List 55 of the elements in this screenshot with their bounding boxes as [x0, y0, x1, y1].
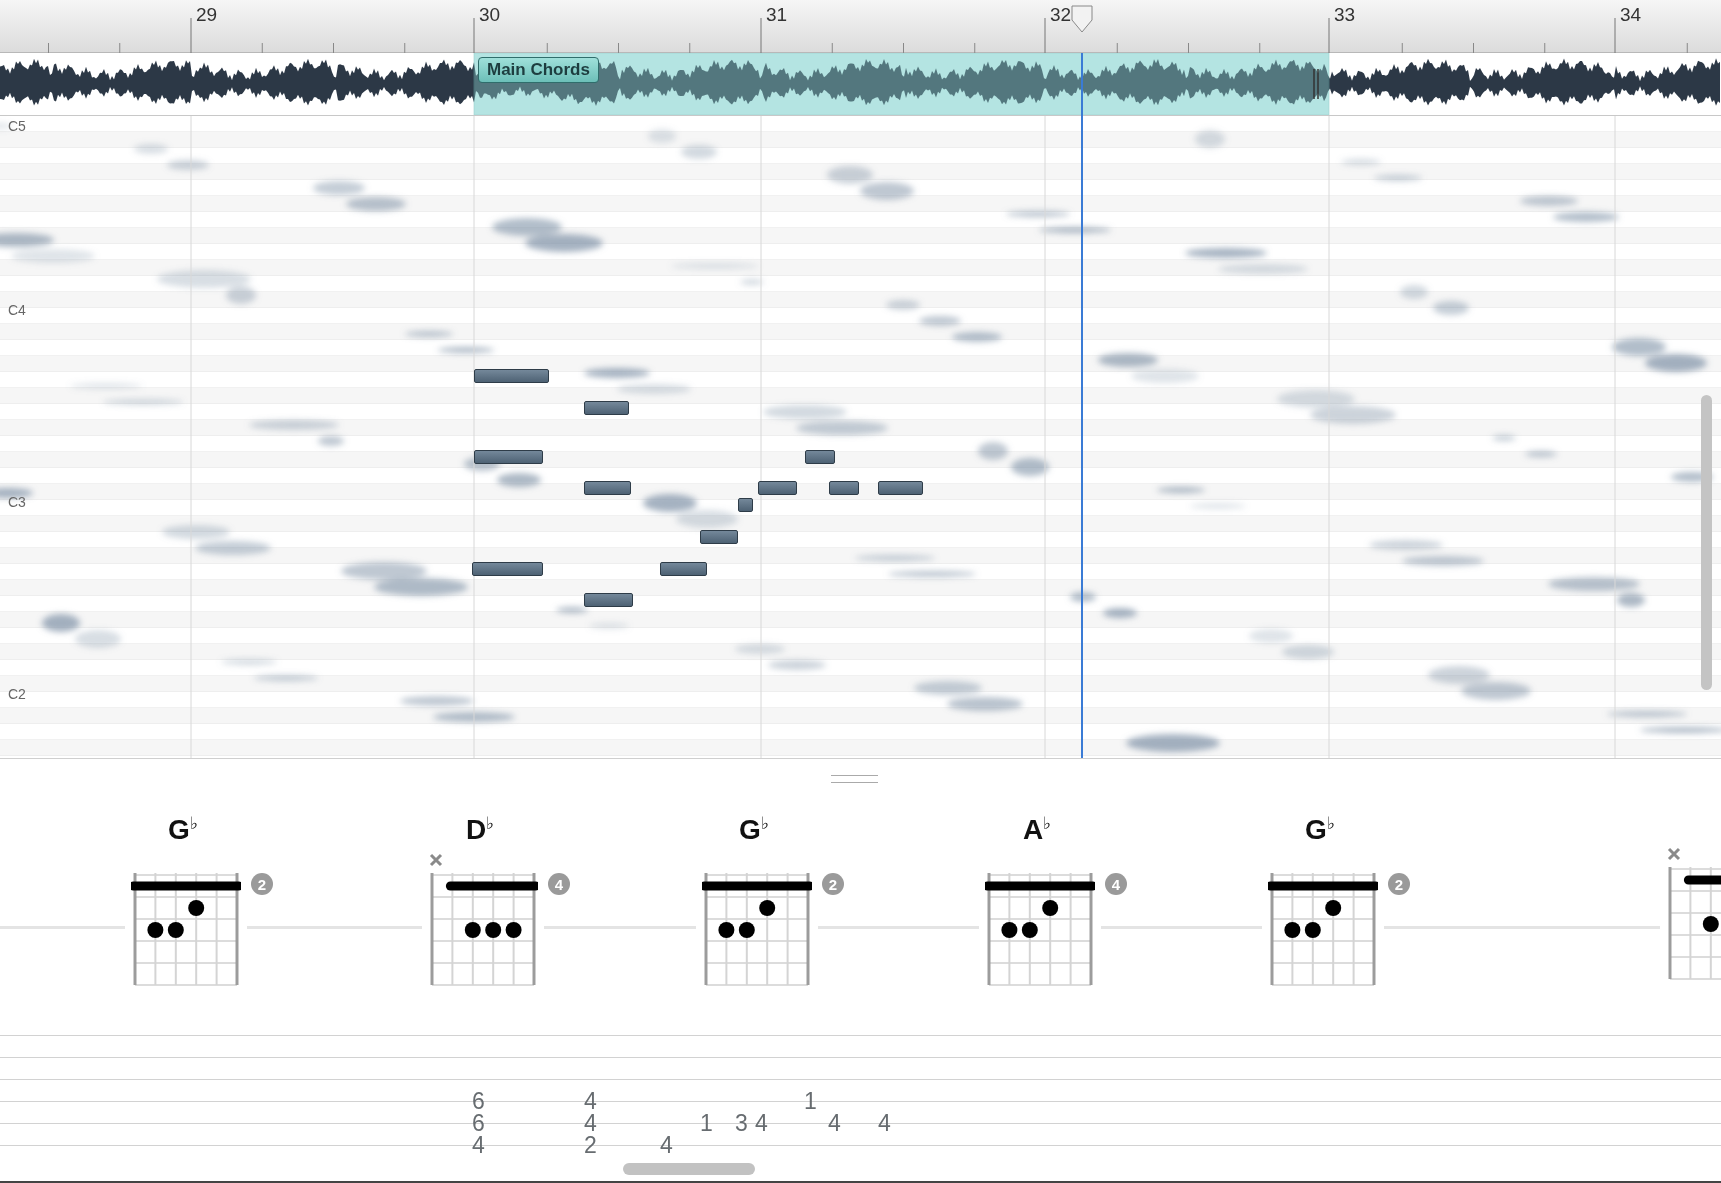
- bar-number: 34: [1620, 4, 1642, 26]
- fret-badge: 4: [1105, 873, 1127, 895]
- note-block[interactable]: [700, 530, 738, 544]
- bar-number: 32: [1050, 4, 1072, 26]
- note-block[interactable]: [878, 481, 923, 495]
- fret-badge: 4: [548, 873, 570, 895]
- muted-string-icon: [1667, 847, 1681, 861]
- chord-name: G$^{♭}$: [167, 813, 199, 847]
- fret-badge: 2: [251, 873, 273, 895]
- note-block[interactable]: [829, 481, 859, 495]
- note-block[interactable]: [584, 401, 629, 415]
- chord-name: G$^{♭}$: [1304, 813, 1336, 847]
- muted-string-icon: [429, 853, 443, 867]
- note-block[interactable]: [474, 369, 549, 383]
- tab-fret-number: 1: [804, 1090, 817, 1112]
- tab-fret-number: 1: [700, 1112, 713, 1134]
- note-block[interactable]: [758, 481, 797, 495]
- note-block[interactable]: [472, 562, 543, 576]
- tab-fret-number: 4: [584, 1090, 597, 1112]
- tab-fret-number: 4: [660, 1134, 673, 1156]
- resize-handle[interactable]: [831, 775, 878, 783]
- tab-fret-number: 6: [472, 1112, 485, 1134]
- playhead-handle[interactable]: [1070, 4, 1094, 34]
- bar-number: 29: [196, 4, 218, 26]
- region-label[interactable]: Main Chords: [478, 57, 599, 83]
- note-block[interactable]: [584, 593, 633, 607]
- bar-number: 31: [766, 4, 788, 26]
- tab-fret-number: 6: [472, 1090, 485, 1112]
- vertical-scrollbar[interactable]: [1701, 395, 1712, 690]
- fret-badge: 2: [1388, 873, 1410, 895]
- note-block[interactable]: [584, 481, 631, 495]
- tab-fret-number: 3: [735, 1112, 748, 1134]
- pitch-label: C5: [8, 118, 26, 134]
- note-block[interactable]: [474, 450, 543, 464]
- timeline-ruler[interactable]: 29 30 31 32 33 34: [0, 0, 1721, 53]
- fret-badge: 2: [822, 873, 844, 895]
- bar-number: 33: [1334, 4, 1356, 26]
- pitch-label: C4: [8, 302, 26, 318]
- tab-fret-number: 4: [472, 1134, 485, 1156]
- chord-name: A$^{♭}$: [1021, 813, 1053, 847]
- pitch-label: C3: [8, 494, 26, 510]
- tab-fret-number: 2: [584, 1134, 597, 1156]
- tab-fret-number: 4: [878, 1112, 891, 1134]
- tab-fret-number: 4: [584, 1112, 597, 1134]
- pitch-label: C2: [8, 686, 26, 702]
- note-block[interactable]: [660, 562, 707, 576]
- resize-handle-icon[interactable]: [1313, 69, 1319, 99]
- chord-name: D$^{♭}$: [464, 813, 496, 847]
- note-block[interactable]: [805, 450, 835, 464]
- bar-number: 30: [479, 4, 501, 26]
- chord-name: G$^{♭}$: [738, 813, 770, 847]
- note-block[interactable]: [738, 498, 753, 512]
- tab-fret-number: 4: [755, 1112, 768, 1134]
- tab-fret-number: 4: [828, 1112, 841, 1134]
- horizontal-scrollbar[interactable]: [623, 1163, 755, 1175]
